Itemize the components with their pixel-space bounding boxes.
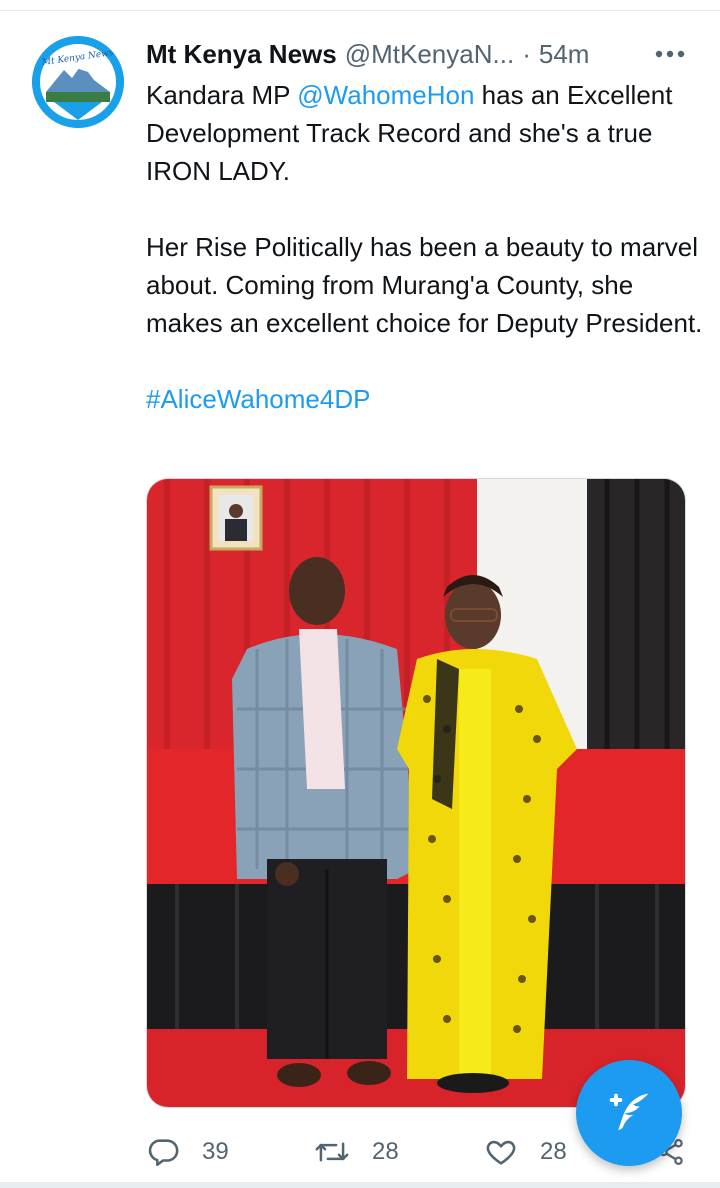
- reply-button[interactable]: 39: [146, 1130, 229, 1174]
- author-display-name[interactable]: Mt Kenya News: [146, 39, 337, 70]
- reply-icon: [148, 1139, 179, 1167]
- heart-icon: [486, 1140, 516, 1165]
- mention-link[interactable]: @WahomeHon: [297, 80, 474, 110]
- more-options-button[interactable]: [650, 38, 690, 70]
- author-handle[interactable]: @MtKenyaN...: [345, 39, 514, 70]
- tweet-photo[interactable]: [146, 478, 686, 1108]
- tweet-text: Kandara MP @WahomeHon has an Excellent D…: [146, 76, 706, 418]
- retweet-button[interactable]: 28: [314, 1130, 399, 1174]
- like-button[interactable]: 28: [484, 1130, 567, 1174]
- top-divider: [0, 10, 720, 11]
- tweet-text-prefix: Kandara MP: [146, 80, 298, 110]
- tweet-header: Mt Kenya News @MtKenyaN... · 54m: [146, 36, 706, 72]
- mt-kenya-news-logo: Mt Kenya News: [32, 36, 124, 128]
- compose-tweet-button[interactable]: [576, 1060, 682, 1166]
- tweet-timestamp[interactable]: 54m: [539, 39, 590, 70]
- event-photo-image: [147, 479, 685, 1107]
- tweet-paragraph-2: Her Rise Politically has been a beauty t…: [146, 232, 703, 338]
- more-horizontal-icon: [655, 50, 685, 58]
- retweet-icon: [315, 1142, 349, 1162]
- bottom-divider: [0, 1182, 720, 1188]
- avatar[interactable]: Mt Kenya News: [32, 36, 124, 128]
- reply-count: 39: [202, 1138, 229, 1165]
- like-count: 28: [540, 1138, 567, 1165]
- hashtag-link[interactable]: #AliceWahome4DP: [146, 384, 370, 414]
- retweet-count: 28: [372, 1138, 399, 1165]
- compose-tweet-icon: [609, 1093, 649, 1131]
- tweet-paragraph-1: Kandara MP @WahomeHon has an Excellent D…: [146, 76, 706, 190]
- separator-dot: ·: [522, 38, 531, 69]
